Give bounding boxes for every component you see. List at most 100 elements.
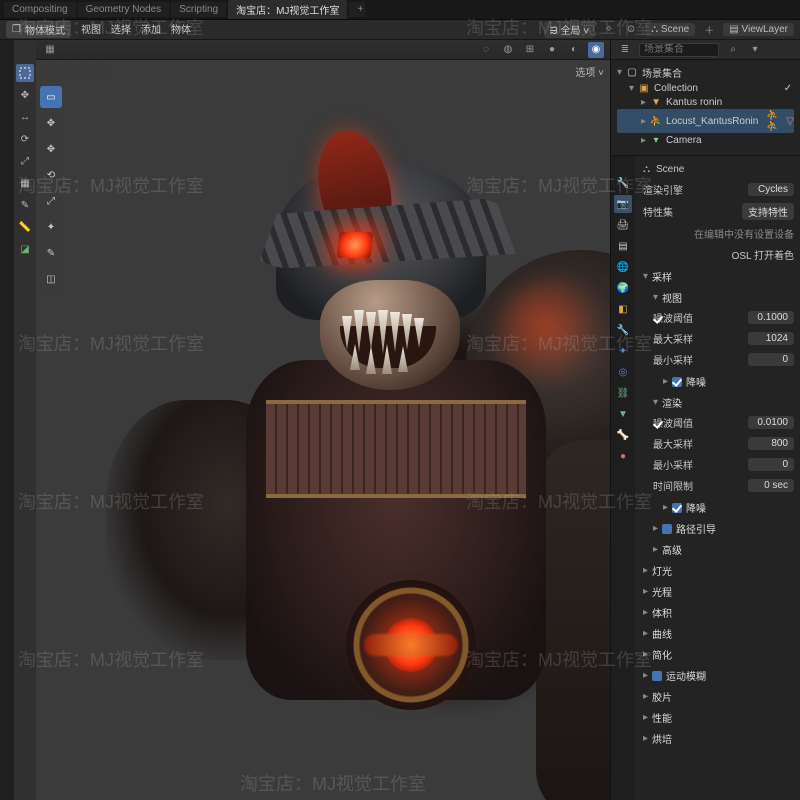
time-value[interactable]: 0 sec [748,479,794,492]
pivot-icon[interactable]: ⊙ [623,22,639,38]
menu-add[interactable]: 添加 [141,21,161,38]
ptab-object[interactable]: ◧ [614,300,632,318]
sect-pathguide[interactable]: 路径引导 [676,521,716,536]
tool-addcube[interactable]: ◪ [16,240,34,258]
denoise-r-label[interactable]: 降噪 [686,500,706,515]
viewlayer-pill[interactable]: ▤ ViewLayer [723,23,794,36]
sect-advanced[interactable]: 高级 [662,542,682,557]
ptab-physics[interactable]: ◎ [614,363,632,381]
ptab-bone[interactable]: 🦴 [614,426,632,444]
blender-app: Compositing Geometry Nodes Scripting 淘宝店… [0,0,800,800]
new-scene-icon[interactable]: ＋ [701,22,717,38]
engine-dropdown[interactable]: Cycles [748,183,794,196]
noise-r-value[interactable]: 0.0100 [748,416,794,429]
right-panel: ≣ ⌕ ▾ ▾▢场景集合 ▾▣Collection✓ ▸▼Kantus roni… [610,40,800,800]
ptab-viewlayer[interactable]: ▤ [614,237,632,255]
left-gutter [0,40,14,800]
tab-custom[interactable]: 淘宝店：MJ视觉工作室 [228,0,347,19]
mode-dropdown[interactable]: ❐ 物体模式 [6,21,71,38]
emblem-glow [384,618,438,672]
tab-add[interactable]: + [349,2,365,17]
new-collection-icon[interactable]: ▾ [747,42,763,58]
noise-vp-value[interactable]: 0.1000 [748,311,794,324]
tool-move[interactable]: ↔ [16,108,34,126]
outliner-item-3[interactable]: ▸▾Camera [617,133,794,147]
tool-rotate[interactable]: ⟳ [16,130,34,148]
tool-transform[interactable]: ▦ [16,174,34,192]
min-r-value[interactable]: 0 [748,458,794,471]
outliner[interactable]: ▾▢场景集合 ▾▣Collection✓ ▸▼Kantus ronin ▸⛹Lo… [611,60,800,156]
ptab-render[interactable]: 📷 [614,195,632,213]
device-hint: 在编辑中没有设置设备 [694,226,794,241]
outliner-header: ≣ ⌕ ▾ [611,40,800,60]
viewport-subsection[interactable]: 视图 [662,290,682,305]
denoise-r-check[interactable] [672,503,682,513]
featureset-dropdown[interactable]: 支持特性 [742,203,794,220]
tool-annotate[interactable]: ✎ [16,196,34,214]
sect-lightpaths[interactable]: 光程 [652,584,672,599]
mesh-icon: ▼ [650,96,662,108]
ptab-scene[interactable]: 🌐 [614,258,632,276]
menu-view[interactable]: 视图 [81,21,101,38]
osl-checkbox-row[interactable]: OSL 打开着色 [732,247,794,262]
tool-select[interactable] [16,64,34,82]
outliner-mode-icon[interactable]: ≣ [617,42,633,58]
outliner-collection[interactable]: ▾▣Collection✓ [617,81,794,95]
sect-curves[interactable]: 曲线 [652,626,672,641]
min-vp-value[interactable]: 0 [748,353,794,366]
sect-perf[interactable]: 性能 [652,710,672,725]
sect-volumes[interactable]: 体积 [652,605,672,620]
tool-scale[interactable]: ⤢ [16,152,34,170]
restrict-icon[interactable]: ✓ [782,82,794,94]
ptab-world[interactable]: 🌍 [614,279,632,297]
max-r-value[interactable]: 800 [748,437,794,450]
scene-pill[interactable]: ⛬ Scene [645,23,695,36]
denoise-vp-check[interactable] [672,377,682,387]
ptab-constraint[interactable]: ⛓ [614,384,632,402]
tab-compositing[interactable]: Compositing [4,2,76,17]
collection-label: Collection [654,83,698,94]
outliner-item-1[interactable]: ▸▼Kantus ronin [617,95,794,109]
filter-icon[interactable]: ⌕ [725,42,741,58]
sect-mblur[interactable]: 运动模糊 [666,668,706,683]
menu-object[interactable]: 物体 [171,21,191,38]
sect-bake[interactable]: 烘培 [652,731,672,746]
pathguide-check[interactable] [662,524,672,534]
ptab-data[interactable]: ▼ [614,405,632,423]
sect-simplify[interactable]: 简化 [652,647,672,662]
3d-viewport[interactable]: ▦ ◌ ◍ ⊞ ● ◐ ◉ 选项 ˅ ▭ ✥ ✥ ⟲ ⤢ [36,40,610,800]
tab-geometry-nodes[interactable]: Geometry Nodes [78,2,170,17]
outliner-search[interactable] [639,43,719,57]
orientation-label: 全局 [560,26,580,37]
mblur-check[interactable] [652,671,662,681]
outliner-root[interactable]: ▾▢场景集合 [617,64,794,81]
tool-cursor[interactable]: ✥ [16,86,34,104]
tool-measure[interactable]: 📏 [16,218,34,236]
visibility-icon[interactable]: ▽ [786,115,794,127]
max-vp-value[interactable]: 1024 [748,332,794,345]
mode-label: 物体模式 [25,22,65,37]
armature-icon: ⛹ [650,115,662,127]
sect-lights[interactable]: 灯光 [652,563,672,578]
ptab-output[interactable]: 🖨 [614,216,632,234]
outliner-item-2[interactable]: ▸⛹Locust_KantusRonin⛹⛹▽ [617,109,794,133]
sampling-section[interactable]: 采样 [652,269,672,284]
render-subsection[interactable]: 渲染 [662,395,682,410]
snap-icon[interactable]: ✧ [601,22,617,38]
orientation-dropdown[interactable]: ᙐ 全局 ˅ [544,21,596,38]
time-label: 时间限制 [653,478,693,493]
denoise-vp-label[interactable]: 降噪 [686,374,706,389]
tab-scripting[interactable]: Scripting [171,2,226,17]
creature-eye-glow [337,232,374,258]
min-r-label: 最小采样 [653,457,693,472]
viewlayer-name: ViewLayer [741,24,788,35]
ptab-material[interactable]: ● [614,447,632,465]
ptab-particle[interactable]: ✦ [614,342,632,360]
ptab-modifier[interactable]: 🔧 [614,321,632,339]
menu-select[interactable]: 选择 [111,21,131,38]
sect-film[interactable]: 胶片 [652,689,672,704]
collection-icon: ▣ [638,82,650,94]
creature-head [276,160,486,380]
ptab-tool[interactable]: 🔧 [614,174,632,192]
item1-label: Kantus ronin [666,97,722,108]
